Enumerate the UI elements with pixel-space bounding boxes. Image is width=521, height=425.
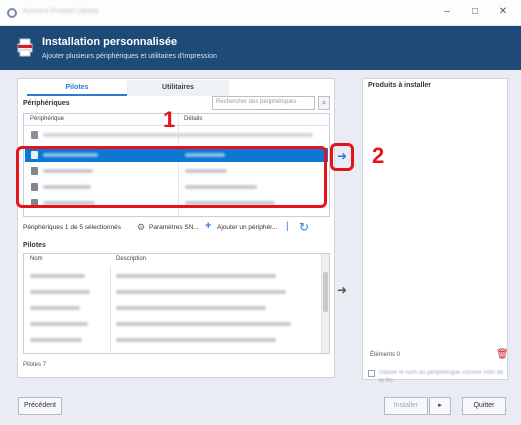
devices-table-header: Périphérique Détails [24, 114, 329, 126]
scrollbar-thumb[interactable] [323, 272, 328, 312]
snmp-settings-icon[interactable]: ⚙ [137, 222, 145, 233]
tab-pilotes[interactable]: Pilotes [27, 80, 127, 96]
queue-name-checkbox[interactable] [368, 370, 375, 377]
separator: | [286, 221, 289, 232]
products-panel [362, 78, 508, 380]
drivers-table: Nom Description [23, 253, 330, 354]
install-options-button[interactable]: ▸ [429, 397, 451, 415]
callout-highlight-devices [16, 146, 327, 208]
devices-section-label: Périphériques [23, 100, 70, 107]
close-button[interactable]: ✕ [491, 4, 515, 20]
products-count: Éléments 0 [370, 352, 401, 358]
add-device-button[interactable]: Ajouter un périphér... [217, 224, 277, 231]
printer-icon [17, 38, 33, 57]
install-button[interactable]: Installer [384, 397, 428, 415]
add-icon[interactable]: + [205, 220, 211, 232]
devices-selection-status: Périphériques 1 de 5 sélectionnés [23, 224, 121, 231]
title-bar: Kyocera Product Library – □ ✕ [0, 0, 521, 26]
back-button[interactable]: Précédent [18, 397, 62, 415]
column-header-device: Périphérique [30, 116, 65, 122]
page-subtitle: Ajouter plusieurs périphériques et utili… [42, 53, 217, 60]
window-title: Kyocera Product Library [23, 8, 99, 15]
products-title: Produits à installer [368, 82, 432, 89]
maximize-button[interactable]: □ [463, 4, 487, 20]
minimize-button[interactable]: – [435, 4, 459, 20]
search-icon[interactable]: ⌕ [318, 96, 330, 110]
device-search-input[interactable]: Rechercher des périphériques [212, 96, 315, 110]
add-device-arrow-button[interactable]: ➜ [334, 149, 350, 165]
trash-icon[interactable]: 🗑 [496, 350, 509, 360]
add-driver-arrow-button[interactable]: ➜ [334, 283, 350, 299]
app-icon [7, 8, 17, 18]
column-header-details: Détails [184, 116, 203, 122]
drivers-section-label: Pilotes [23, 242, 46, 249]
drivers-count: Pilotes 7 [23, 362, 47, 368]
snmp-settings-button[interactable]: Paramètres SN... [149, 224, 199, 231]
drivers-scrollbar[interactable] [321, 254, 329, 353]
column-header-description: Description [116, 256, 147, 262]
usb-icon [31, 131, 38, 139]
tab-utilitaires[interactable]: Utilitaires [127, 80, 229, 96]
refresh-icon[interactable]: ↻ [299, 220, 309, 234]
page-title: Installation personnalisée [42, 36, 178, 48]
table-row-usb[interactable] [25, 128, 328, 142]
row-text [43, 133, 313, 137]
callout-number-2: 2 [372, 143, 385, 168]
wizard-header: Installation personnalisée Ajouter plusi… [0, 26, 521, 70]
drivers-table-header: Nom Description [24, 254, 329, 266]
quit-button[interactable]: Quitter [462, 397, 506, 415]
queue-name-label: Utiliser le nom du périphérique comme no… [379, 370, 504, 384]
callout-number-1: 1 [163, 107, 176, 132]
column-header-name: Nom [30, 256, 43, 262]
